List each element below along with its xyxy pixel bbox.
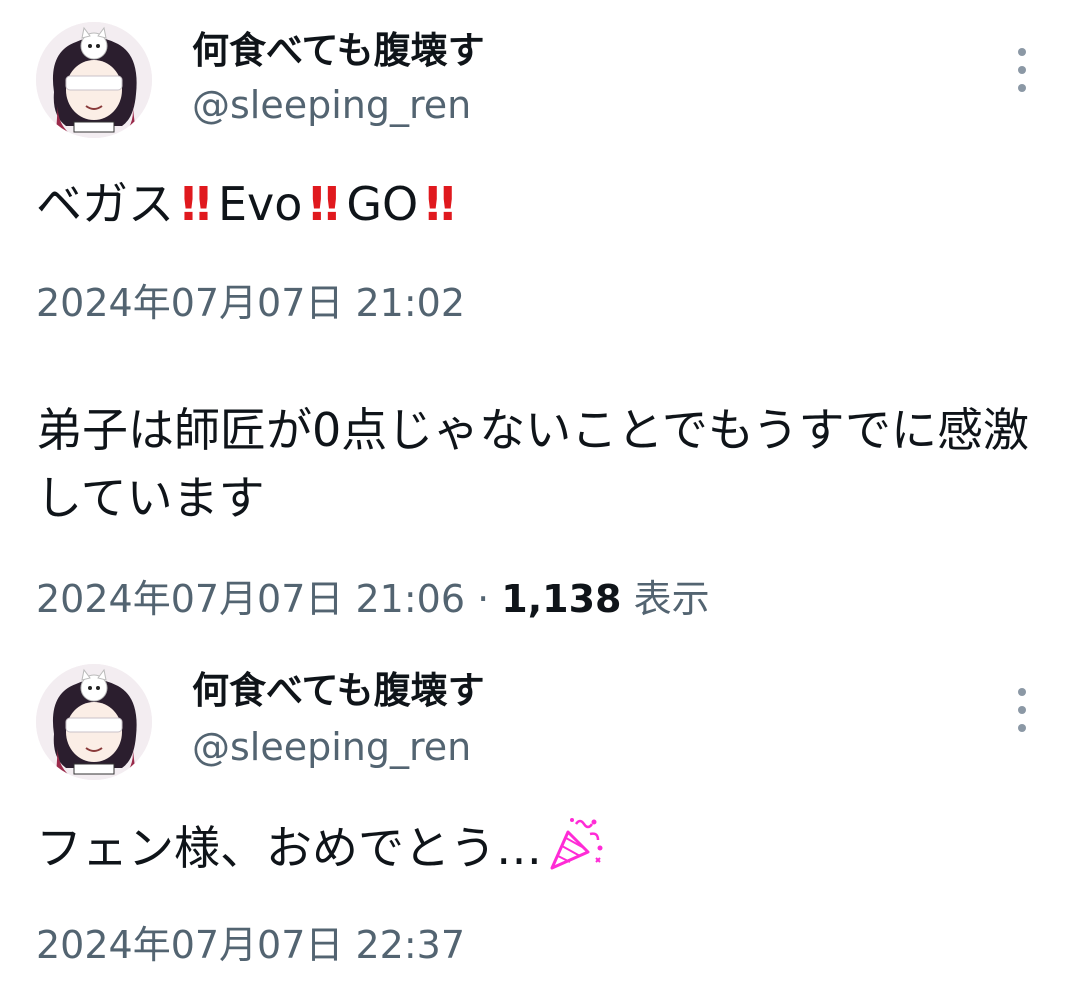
text-segment: ベガス [36,177,174,231]
tweet-meta: 2024年07月07日 21:06 · 1,138 表示 [36,576,710,622]
text-segment: GO [346,177,419,231]
more-vertical-icon-dot [1018,84,1026,92]
more-options-button[interactable] [1010,688,1034,732]
author-name[interactable]: 何食べても腹壊す [192,668,485,714]
tweet-text: フェン様、おめでとう… [36,814,1046,882]
text-segment: Evo [217,177,303,231]
tweet-timestamp[interactable]: 2024年07月07日 21:06 [36,577,465,621]
more-vertical-icon-dot [1018,724,1026,732]
double-exclamation-icon: !! [178,177,214,231]
tweet-2: 弟子は師匠が0点じゃないことでもうすでに感激しています 2024年07月07日 … [0,340,1080,650]
tweet-1: 何食べても腹壊す @sleeping_ren ベガス!! Evo!! GO!! 20… [0,0,1080,340]
author-handle[interactable]: @sleeping_ren [192,82,471,128]
author-avatar[interactable] [36,664,152,780]
double-exclamation-icon: !! [306,177,342,231]
author-name[interactable]: 何食べても腹壊す [192,28,485,74]
double-exclamation-icon: !! [422,177,458,231]
author-handle[interactable]: @sleeping_ren [192,724,471,770]
more-vertical-icon [1018,688,1026,696]
more-vertical-icon [1018,48,1026,56]
tweet-text: 弟子は師匠が0点じゃないことでもうすでに感激しています [36,403,1029,525]
avatar-image [36,22,152,138]
party-popper-icon [546,814,606,874]
avatar-image [36,664,152,780]
text-segment: フェン様、おめでとう… [36,821,542,875]
meta-separator: · [477,577,490,621]
author-avatar[interactable] [36,22,152,138]
more-options-button[interactable] [1010,48,1034,92]
tweet-3: 何食べても腹壊す @sleeping_ren フェン様、おめでとう… 2024年… [0,650,1080,1003]
tweet-timestamp[interactable]: 2024年07月07日 22:37 [36,922,465,968]
views-label[interactable]: 表示 [634,577,710,621]
more-vertical-icon-dot [1018,66,1026,74]
tweet-timestamp[interactable]: 2024年07月07日 21:02 [36,280,465,326]
tweet-text: ベガス!! Evo!! GO!! [36,170,1046,238]
more-vertical-icon-dot [1018,706,1026,714]
views-count[interactable]: 1,138 [501,577,621,621]
